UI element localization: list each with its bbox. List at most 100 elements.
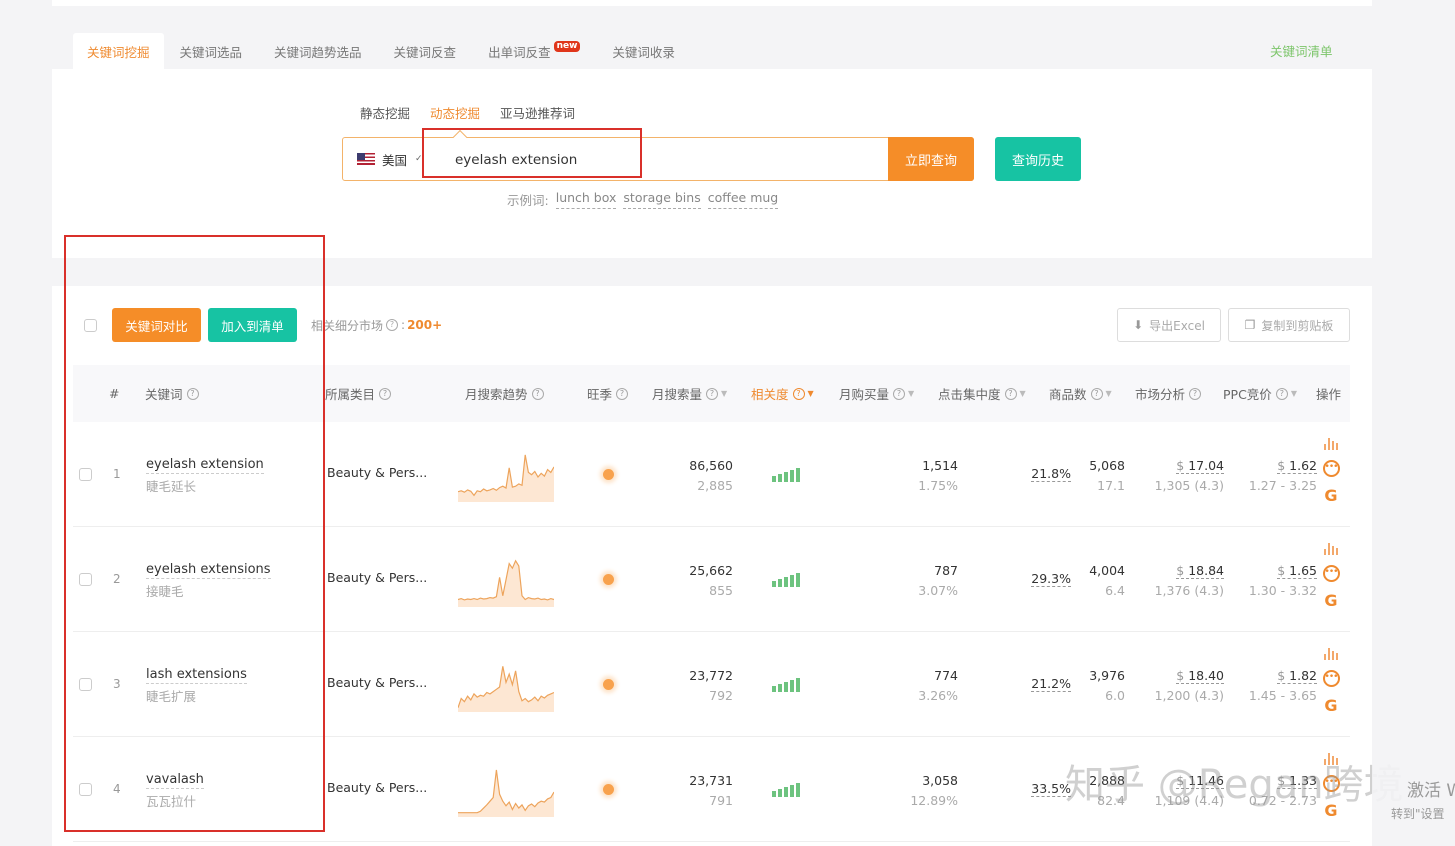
relevance-bar (778, 684, 782, 692)
search-box: 美国 ✓ 立即查询 (342, 129, 974, 181)
keyword-compare-button[interactable]: 关键词对比 (112, 308, 201, 342)
chart-bars-icon[interactable] (1324, 543, 1338, 555)
mode-dynamic[interactable]: 动态挖掘 (430, 103, 480, 122)
chart-bars-icon[interactable] (1324, 753, 1338, 765)
currency: $ (1277, 668, 1286, 683)
mode-static[interactable]: 静态挖掘 (360, 103, 410, 122)
th-category[interactable]: 所属类目? (325, 365, 392, 422)
google-icon[interactable]: G (1324, 802, 1337, 820)
tab-keyword-reverse[interactable]: 关键词反查 (378, 33, 473, 69)
th-keyword[interactable]: 关键词? (145, 365, 199, 422)
more-icon[interactable]: ••• (1322, 460, 1340, 477)
mode-amazon-suggest[interactable]: 亚马逊推荐词 (500, 103, 575, 122)
ppc-range: 1.45 - 3.65 (1248, 688, 1317, 703)
row-checkbox[interactable] (79, 678, 92, 691)
th-ppc[interactable]: PPC竞价? ▼ (1223, 365, 1297, 422)
currency: $ (1176, 458, 1185, 473)
ppc-value[interactable]: $ 1.33 (1277, 773, 1317, 789)
monthly-search-volume: 25,662 (689, 563, 733, 578)
click-concentration[interactable]: 29.3% (1031, 571, 1071, 587)
ppc-bid: $ 1.62 1.27 - 3.25 (1249, 458, 1317, 493)
th-purchases[interactable]: 月购买量? ▼ (839, 365, 914, 422)
tab-order-keyword-reverse[interactable]: 出单词反查 new (472, 33, 596, 69)
click-concentration[interactable]: 33.5% (1031, 781, 1071, 797)
row-checkbox[interactable] (79, 573, 92, 586)
ppc-value[interactable]: $ 1.82 (1277, 668, 1317, 684)
export-excel-button[interactable]: ⬇ 导出Excel (1117, 308, 1221, 342)
relevance-bar (790, 470, 794, 482)
th-products[interactable]: 商品数? ▼ (1049, 365, 1112, 422)
more-icon[interactable]: ••• (1322, 775, 1340, 792)
help-icon: ? (792, 387, 805, 400)
niche-value[interactable]: 200+ (407, 318, 442, 332)
peak-season-dot (603, 469, 614, 480)
trend-area (458, 769, 554, 817)
reviews-rating: 1,200 (4.3) (1154, 688, 1224, 703)
tab-keyword-mining[interactable]: 关键词挖掘 (73, 33, 164, 69)
click-concentration[interactable]: 21.2% (1031, 676, 1071, 692)
google-icon[interactable]: G (1324, 592, 1337, 610)
chart-bars-icon[interactable] (1324, 438, 1338, 450)
tab-keyword-indexing[interactable]: 关键词收录 (596, 33, 691, 69)
avg-price[interactable]: $ 18.84 (1176, 563, 1224, 579)
keyword-cell: vavalash 瓦瓦拉什 (146, 771, 204, 810)
tab-keyword-product[interactable]: 关键词选品 (164, 33, 259, 69)
th-trend[interactable]: 月搜索趋势? (465, 365, 544, 422)
keyword-link[interactable]: eyelash extensions (146, 562, 271, 579)
currency: $ (1277, 563, 1286, 578)
country-select[interactable]: 美国 ✓ (343, 138, 433, 180)
click-concentration[interactable]: 21.8% (1031, 466, 1071, 482)
th-search-volume[interactable]: 月搜索量? ▼ (652, 365, 727, 422)
avg-price[interactable]: $ 11.46 (1176, 773, 1224, 789)
example-keyword[interactable]: storage bins (623, 190, 701, 209)
chart-bars-icon[interactable] (1324, 648, 1338, 660)
example-keyword[interactable]: coffee mug (707, 190, 779, 209)
keyword-search-input[interactable] (455, 148, 875, 172)
th-market[interactable]: 市场分析? (1135, 365, 1202, 422)
add-to-list-button[interactable]: 加入到清单 (208, 308, 297, 342)
trend-sparkline[interactable] (458, 450, 554, 502)
select-all-checkbox[interactable] (84, 318, 97, 332)
keyword-link[interactable]: lash extensions (146, 667, 247, 684)
tab-keyword-trend-product[interactable]: 关键词趋势选品 (258, 33, 378, 69)
ppc-range: 1.27 - 3.25 (1248, 478, 1317, 493)
market-analysis: $ 17.04 1,305 (4.3) (1155, 458, 1224, 493)
product-count: 2,888 (1089, 773, 1125, 788)
table-row: 1 eyelash extension 睫毛延长 Beauty & Pers..… (73, 422, 1350, 527)
more-icon[interactable]: ••• (1322, 670, 1340, 687)
row-checkbox[interactable] (79, 468, 92, 481)
relevance-bar (778, 474, 782, 482)
trend-sparkline[interactable] (458, 765, 554, 817)
category: Beauty & Pers... (327, 465, 428, 480)
query-history-button[interactable]: 查询历史 (995, 137, 1081, 181)
product-count: 5,068 (1089, 458, 1125, 473)
more-icon[interactable]: ••• (1322, 565, 1340, 582)
trend-sparkline[interactable] (458, 660, 554, 712)
google-icon[interactable]: G (1324, 697, 1337, 715)
ppc-value[interactable]: $ 1.65 (1277, 563, 1317, 579)
copy-clipboard-button[interactable]: ❐ 复制到剪贴板 (1228, 308, 1350, 342)
help-icon: ? (893, 387, 906, 400)
th-season[interactable]: 旺季? (587, 365, 629, 422)
google-icon[interactable]: G (1324, 487, 1337, 505)
search-button[interactable]: 立即查询 (888, 137, 974, 181)
example-keyword[interactable]: lunch box (555, 190, 617, 209)
th-relevance[interactable]: 相关度? ▼ (751, 365, 814, 422)
relevance-bar (772, 476, 776, 482)
ppc-value[interactable]: $ 1.62 (1277, 458, 1317, 474)
search-volume: 23,772 792 (689, 668, 733, 703)
trend-sparkline[interactable] (458, 555, 554, 607)
avg-price[interactable]: $ 18.40 (1176, 668, 1224, 684)
row-checkbox[interactable] (79, 783, 92, 796)
relevance-bar (784, 577, 788, 587)
th-actions: 操作 (1316, 387, 1342, 402)
keyword-link[interactable]: eyelash extension (146, 457, 264, 474)
help-icon[interactable]: ? (386, 319, 399, 331)
download-icon: ⬇ (1133, 318, 1144, 332)
th-click-concentration[interactable]: 点击集中度? ▼ (938, 365, 1026, 422)
avg-price[interactable]: $ 17.04 (1176, 458, 1224, 474)
monthly-purchases: 1,514 (922, 458, 958, 473)
keyword-link[interactable]: vavalash (146, 772, 204, 789)
relevance-bars-icon (772, 783, 800, 797)
keyword-list-link[interactable]: 关键词清单 (1270, 41, 1333, 60)
